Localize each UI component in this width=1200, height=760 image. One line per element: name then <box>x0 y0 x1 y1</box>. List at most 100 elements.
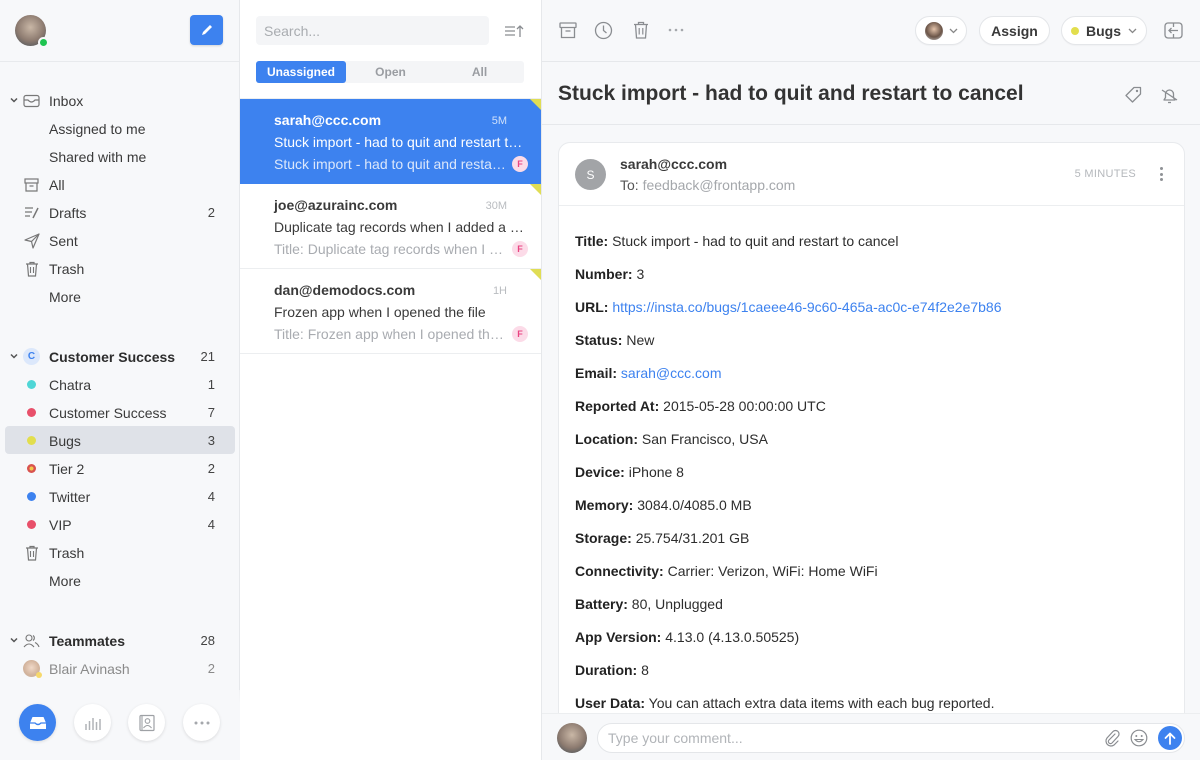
send-button[interactable] <box>1158 726 1182 750</box>
sidebar-item-label: Drafts <box>49 205 87 221</box>
tag-icon <box>1125 86 1142 103</box>
user-avatar[interactable] <box>15 15 49 48</box>
delete-button[interactable] <box>631 20 651 40</box>
compose-button[interactable] <box>190 15 223 45</box>
sort-button[interactable] <box>503 22 525 40</box>
sidebar-item-all[interactable]: All <box>0 170 240 198</box>
sidebar-item-label: Assigned to me <box>49 121 146 137</box>
assign-button[interactable]: Assign <box>979 16 1050 45</box>
conversation-preview: Title: Duplicate tag records when I adde… <box>274 241 506 257</box>
field-key: Status: <box>575 332 623 348</box>
field-link[interactable]: sarah@ccc.com <box>621 365 722 381</box>
conversation-item[interactable]: sarah@ccc.com 5M Stuck import - had to q… <box>240 99 541 184</box>
more-actions-button[interactable] <box>666 20 686 40</box>
tab-open[interactable]: Open <box>346 61 435 83</box>
sidebar-item-label: Trash <box>49 545 85 561</box>
assignee-dropdown[interactable] <box>915 16 967 45</box>
chevron-down-icon[interactable] <box>9 635 19 645</box>
sidebar-item-label: Customer Success <box>49 349 176 365</box>
field-key: Storage: <box>575 530 632 546</box>
message-field: Status: New <box>575 332 1175 365</box>
sidebar-item-bugs[interactable]: Bugs 3 <box>5 426 235 454</box>
sidebar-item-inbox[interactable]: Inbox <box>0 86 240 114</box>
tag-button[interactable] <box>1122 84 1144 106</box>
sidebar-item-more[interactable]: More <box>0 282 240 310</box>
sidebar-item-count: 2 <box>207 205 215 220</box>
field-key: Email: <box>575 365 618 381</box>
sidebar-item-label: VIP <box>49 517 72 533</box>
message-more-button[interactable] <box>1156 165 1166 183</box>
recipient-email[interactable]: feedback@frontapp.com <box>643 177 796 193</box>
sidebar-item-vip[interactable]: VIP 4 <box>0 510 240 538</box>
tag-color-dot-icon <box>27 464 36 473</box>
chevron-down-icon[interactable] <box>9 351 19 361</box>
sidebar-item-shared-with-me[interactable]: Shared with me <box>0 142 240 170</box>
send-icon <box>23 232 40 249</box>
sidebar-item-trash[interactable]: Trash <box>0 254 240 282</box>
tab-all[interactable]: All <box>435 61 524 83</box>
assignee-avatar <box>924 21 943 40</box>
conversation-item[interactable]: joe@azurainc.com 30M Duplicate tag recor… <box>240 184 541 269</box>
nav-inbox-button[interactable] <box>19 704 56 741</box>
field-key: Title: <box>575 233 609 249</box>
tag-color-dot-icon <box>27 408 36 417</box>
field-key: Battery: <box>575 596 628 612</box>
field-link[interactable]: https://insta.co/bugs/1caeee46-9c60-465a… <box>612 299 1001 315</box>
sidebar-item-assigned-to-me[interactable]: Assigned to me <box>0 114 240 142</box>
sidebar-item-customer-success[interactable]: Customer Success 7 <box>0 398 240 426</box>
sidebar-item-tier-2[interactable]: Tier 2 2 <box>0 454 240 482</box>
sidebar-item-drafts[interactable]: Drafts 2 <box>0 198 240 226</box>
sidebar: Inbox Assigned to me Shared with me All … <box>0 0 240 760</box>
tag-color-dot-icon <box>27 492 36 501</box>
search-input[interactable] <box>256 16 489 45</box>
conversation-preview: Title: Frozen app when I opened the file <box>274 326 506 342</box>
sidebar-team-customer-success[interactable]: C Customer Success 21 <box>0 342 240 370</box>
sidebar-item-count: 2 <box>207 661 215 676</box>
tag-dropdown[interactable]: Bugs <box>1061 16 1147 45</box>
nav-analytics-button[interactable] <box>74 704 111 741</box>
sidebar-item-label: Blair Avinash <box>49 661 130 677</box>
mute-notifications-button[interactable] <box>1158 84 1180 106</box>
conversation-time: 30M <box>485 200 507 212</box>
field-value: 8 <box>641 662 649 678</box>
sidebar-item-sent[interactable]: Sent <box>0 226 240 254</box>
sidebar-item-teammate[interactable]: Blair Avinash 2 <box>0 654 240 682</box>
sidebar-item-team-trash[interactable]: Trash <box>0 538 240 566</box>
sidebar-item-label: Sent <box>49 233 78 249</box>
sidebar-item-team-more[interactable]: More <box>0 566 240 594</box>
snooze-button[interactable] <box>593 20 613 40</box>
nav-more-button[interactable] <box>183 704 220 741</box>
team-badge: C <box>23 348 40 365</box>
sidebar-item-twitter[interactable]: Twitter 4 <box>0 482 240 510</box>
tag-label: Bugs <box>1086 22 1121 39</box>
conversation-item[interactable]: dan@demodocs.com 1H Frozen app when I op… <box>240 269 541 354</box>
emoji-button[interactable] <box>1129 728 1149 748</box>
sidebar-item-label: More <box>49 289 81 305</box>
field-value: Carrier: Verizon, WiFi: Home WiFi <box>667 563 878 579</box>
toggle-panel-button[interactable] <box>1163 20 1183 40</box>
conversation-from: dan@demodocs.com <box>274 282 416 298</box>
message-field: App Version: 4.13.0 (4.13.0.50525) <box>575 629 1175 662</box>
field-key: Reported At: <box>575 398 660 414</box>
flag-corner-icon <box>530 269 541 280</box>
tab-unassigned[interactable]: Unassigned <box>256 61 346 83</box>
nav-contacts-button[interactable] <box>128 704 165 741</box>
attach-button[interactable] <box>1102 728 1122 748</box>
comment-input[interactable] <box>597 723 1185 753</box>
conversation-subject: Stuck import - had to quit and restart t… <box>274 134 530 150</box>
sidebar-teammates[interactable]: Teammates 28 <box>0 626 240 654</box>
sidebar-item-chatra[interactable]: Chatra 1 <box>0 370 240 398</box>
sidebar-item-count: 2 <box>207 461 215 476</box>
conversation-subject-title: Stuck import - had to quit and restart t… <box>558 82 1024 105</box>
more-horizontal-icon <box>194 721 209 724</box>
sidebar-item-count: 4 <box>207 489 215 504</box>
archive-button[interactable] <box>558 20 578 40</box>
message-field: Email: sarah@ccc.com <box>575 365 1175 398</box>
chevron-down-icon[interactable] <box>9 95 19 105</box>
sender-email[interactable]: sarah@ccc.com <box>620 156 727 172</box>
field-key: Memory: <box>575 497 634 513</box>
field-value: New <box>626 332 655 348</box>
smiley-icon <box>1130 729 1148 747</box>
kebab-dot-icon <box>1159 167 1163 170</box>
